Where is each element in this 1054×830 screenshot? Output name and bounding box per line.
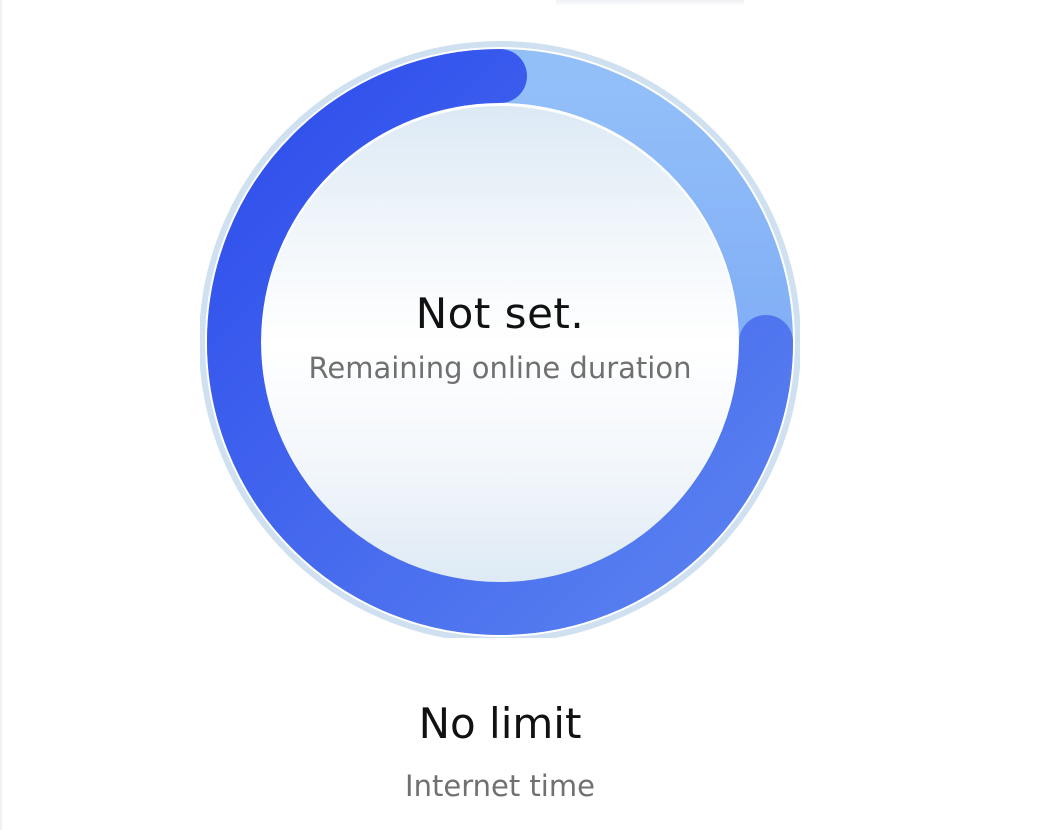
top-edge-shadow [556,0,744,6]
screen: Not set. Remaining online duration No li… [0,0,1054,830]
internet-time-caption: Internet time [405,769,595,803]
remaining-duration-caption: Remaining online duration [308,351,692,385]
remaining-duration-value: Not set. [415,289,585,338]
left-edge-divider [0,0,2,830]
internet-time-panel[interactable]: No limit Internet time [200,698,800,804]
internet-time-value: No limit [418,699,582,748]
remaining-duration-panel: Not set. Remaining online duration [200,288,800,386]
